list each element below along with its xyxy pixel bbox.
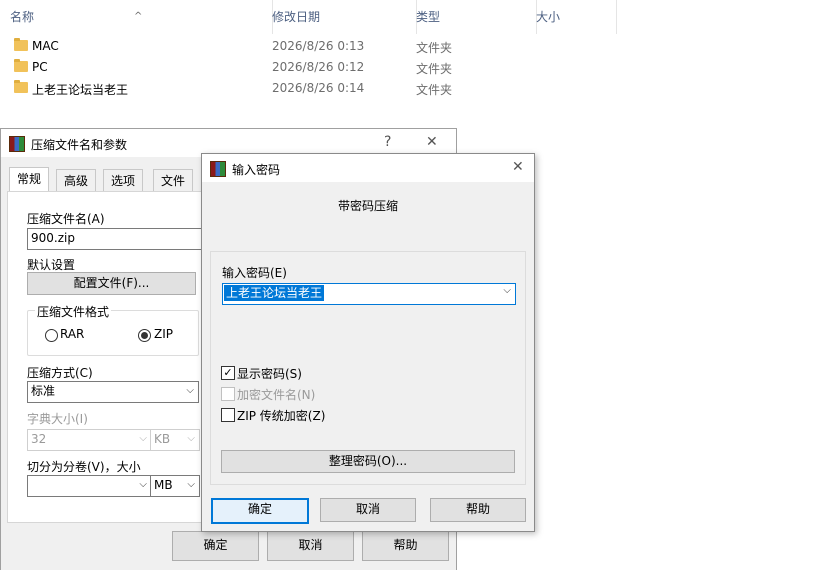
folder-icon [14,38,28,51]
format-rar-radio[interactable] [45,329,58,342]
format-zip-radio[interactable] [138,329,151,342]
password-cancel-button[interactable]: 取消 [320,498,416,522]
tab-advanced[interactable]: 高级 [56,169,97,192]
show-password-label: 显示密码(S) [237,367,302,381]
encrypt-filenames-label: 加密文件名(N) [237,388,316,402]
password-help-button[interactable]: 帮助 [430,498,526,522]
help-icon[interactable]: ? [384,134,391,150]
password-dialog-title: 输入密码 [232,163,281,177]
dictionary-size-select[interactable]: 32 ⌵ [27,429,152,451]
profiles-button[interactable]: 配置文件(F)... [27,272,196,295]
column-size-label: 大小 [536,10,561,24]
winrar-icon [210,161,226,177]
column-header-name[interactable]: 名称 ^ [4,0,273,34]
encrypt-filenames-checkbox[interactable] [221,387,235,401]
file-type: 文件夹 [416,83,453,97]
archive-name-label: 压缩文件名(A) [27,212,105,226]
default-settings-label: 默认设置 [27,258,76,272]
file-name: PC [32,60,48,74]
archive-cancel-button[interactable]: 取消 [267,531,354,561]
chevron-down-icon: ⌵ [139,479,147,490]
archive-dialog-title: 压缩文件名和参数 [31,138,128,152]
folder-icon [14,59,28,72]
file-date: 2026/8/26 0:12 [272,60,365,74]
file-type: 文件夹 [416,41,453,55]
password-ok-button[interactable]: 确定 [211,498,309,524]
archive-name-input[interactable]: 900.zip [27,228,212,250]
close-icon[interactable]: ✕ [426,134,438,150]
chevron-down-icon: ⌵ [187,479,195,490]
password-dialog: 输入密码 ✕ 带密码压缩 输入密码(E) 上老王论坛当老王 ⌵ ✓ 显示密码(S… [201,153,535,532]
password-label: 输入密码(E) [222,266,287,280]
format-rar-label: RAR [60,327,85,341]
organize-passwords-button[interactable]: 整理密码(O)... [221,450,515,473]
split-unit-value: MB [154,478,173,492]
column-header-type[interactable]: 类型 [410,0,537,34]
file-name: 上老王论坛当老王 [32,83,129,97]
tab-general[interactable]: 常规 [9,167,50,193]
file-date: 2026/8/26 0:14 [272,81,365,95]
folder-icon [14,80,28,93]
archive-ok-button[interactable]: 确定 [172,531,259,561]
password-dialog-heading: 带密码压缩 [337,199,398,213]
split-volume-label: 切分为分卷(V)，大小 [27,460,141,474]
dictionary-unit-value: KB [154,432,171,446]
check-icon: ✓ [223,366,233,379]
dictionary-unit-select[interactable]: KB ⌵ [150,429,200,451]
zip-legacy-encryption-checkbox[interactable] [221,408,235,422]
split-volume-select[interactable]: ⌵ [27,475,152,497]
zip-legacy-encryption-label: ZIP 传统加密(Z) [237,409,326,423]
chevron-down-icon: ⌵ [503,285,511,296]
file-row[interactable]: PC 2026/8/26 0:12 文件夹 [0,57,610,78]
archive-help-button[interactable]: 帮助 [362,531,449,561]
column-header-size[interactable]: 大小 [530,0,617,34]
compression-method-select[interactable]: 标准 ⌵ [27,381,199,403]
chevron-down-icon: ⌵ [139,433,147,444]
password-input[interactable]: 上老王论坛当老王 ⌵ [222,283,516,305]
password-value: 上老王论坛当老王 [224,285,325,301]
file-row[interactable]: 上老王论坛当老王 2026/8/26 0:14 文件夹 [0,78,610,99]
column-name-label: 名称 [10,10,35,24]
winrar-icon [9,136,25,152]
dictionary-size-value: 32 [31,432,47,446]
compression-method-value: 标准 [31,384,56,398]
compression-method-label: 压缩方式(C) [27,366,93,380]
password-dialog-titlebar[interactable]: 输入密码 ✕ [202,154,534,182]
sort-ascending-icon: ^ [134,11,143,22]
dictionary-size-label: 字典大小(I) [27,412,88,426]
column-type-label: 类型 [416,10,441,24]
file-name: MAC [32,39,59,53]
show-password-checkbox[interactable]: ✓ [221,366,235,380]
split-unit-select[interactable]: MB ⌵ [150,475,200,497]
tab-files[interactable]: 文件 [153,169,194,192]
column-date-label: 修改日期 [272,10,321,24]
tab-options[interactable]: 选项 [103,169,144,192]
format-zip-label: ZIP [154,327,173,341]
close-icon[interactable]: ✕ [512,159,524,175]
column-header-date[interactable]: 修改日期 [266,0,417,34]
chevron-down-icon: ⌵ [187,433,195,444]
file-date: 2026/8/26 0:13 [272,39,365,53]
file-type: 文件夹 [416,62,453,76]
archive-format-label: 压缩文件格式 [35,303,112,320]
chevron-down-icon: ⌵ [186,385,194,396]
file-row[interactable]: MAC 2026/8/26 0:13 文件夹 [0,36,610,57]
